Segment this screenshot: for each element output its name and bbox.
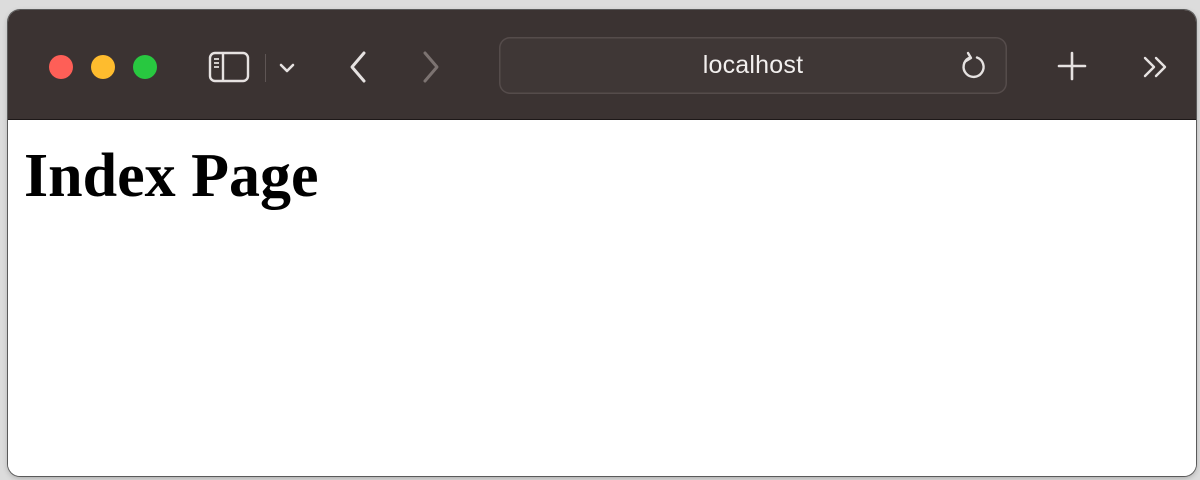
- toolbar-overflow-button[interactable]: [1136, 48, 1176, 86]
- chevron-right-icon: [423, 51, 439, 83]
- minimize-window-button[interactable]: [91, 55, 115, 79]
- chevron-down-icon: [279, 63, 295, 73]
- browser-toolbar: localhost: [8, 10, 1196, 120]
- forward-button[interactable]: [413, 48, 449, 86]
- address-bar[interactable]: localhost: [499, 37, 1007, 94]
- close-window-button[interactable]: [49, 55, 73, 79]
- tab-group-menu-button[interactable]: [274, 54, 300, 82]
- reload-icon: [962, 51, 985, 79]
- sidebar-toggle-icon: [208, 51, 250, 83]
- new-tab-button[interactable]: [1052, 46, 1092, 86]
- address-url-text[interactable]: localhost: [499, 51, 1007, 80]
- sidebar-toggle-button[interactable]: [207, 50, 251, 84]
- back-button[interactable]: [340, 48, 376, 86]
- page-content: Index Page: [8, 120, 1196, 476]
- double-chevron-right-icon: [1143, 56, 1167, 78]
- reload-button[interactable]: [957, 49, 991, 83]
- plus-icon: [1057, 51, 1087, 81]
- toolbar-divider: [265, 54, 266, 82]
- page-heading: Index Page: [24, 142, 319, 210]
- chevron-left-icon: [350, 51, 366, 83]
- maximize-window-button[interactable]: [133, 55, 157, 79]
- browser-window: localhost Index Page: [8, 10, 1196, 476]
